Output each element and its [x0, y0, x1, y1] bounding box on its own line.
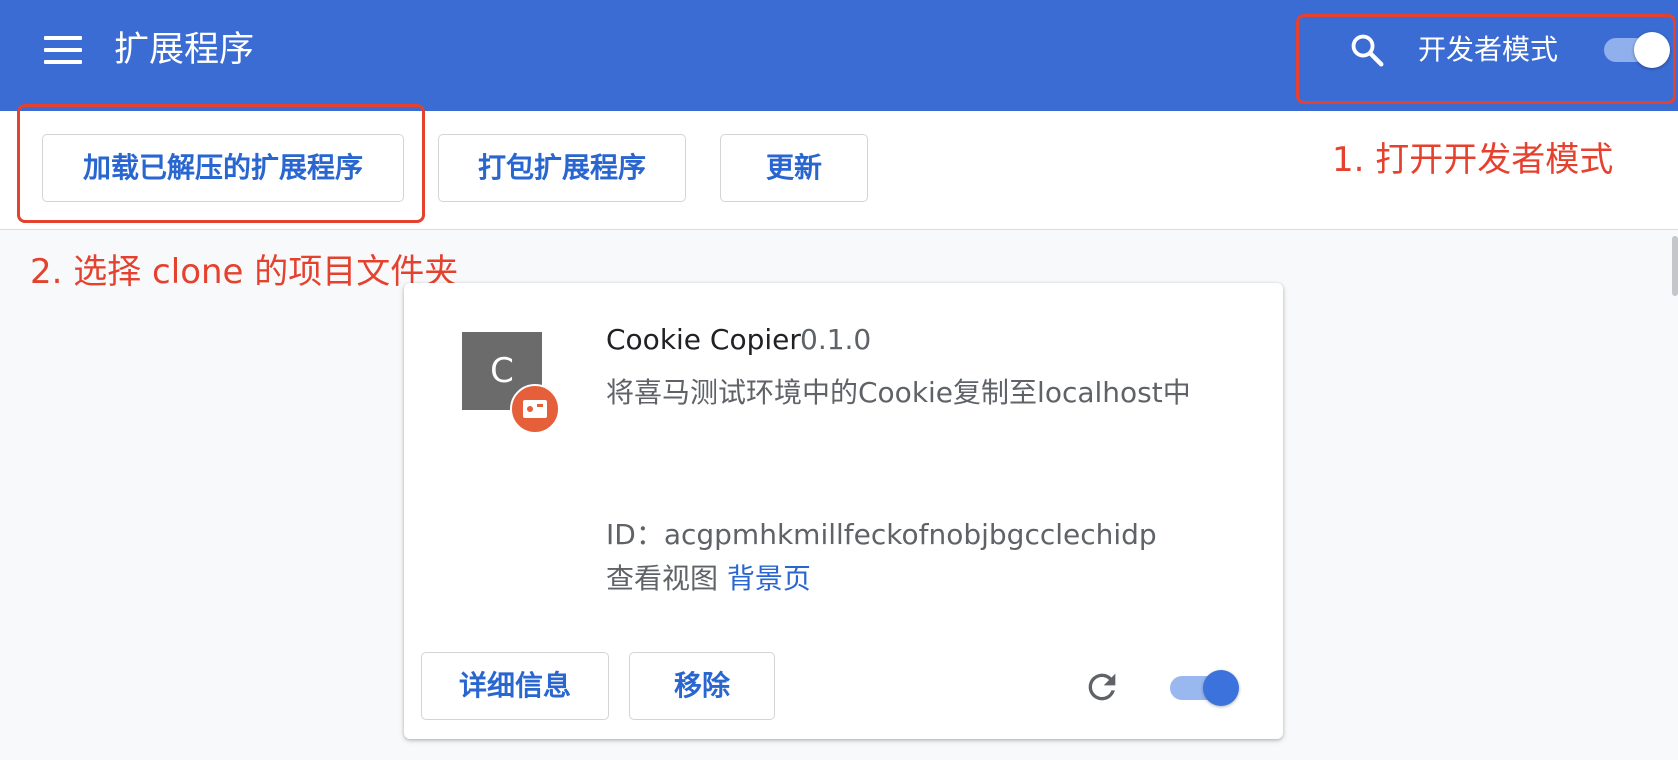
unpacked-badge-icon	[510, 384, 560, 434]
annotation-box-load-unpacked	[17, 104, 425, 223]
reload-icon[interactable]	[1082, 667, 1122, 707]
remove-button[interactable]: 移除	[629, 652, 775, 720]
pack-extension-button[interactable]: 打包扩展程序	[438, 134, 686, 202]
inspect-views-label: 查看视图	[606, 562, 719, 595]
toggle-knob	[1203, 670, 1239, 706]
background-page-link[interactable]: 背景页	[727, 562, 811, 595]
extension-card: C Cookie Copier 0.1.0 将喜马测试环境中的Cookie复制至…	[404, 283, 1283, 739]
extension-id-value: acgpmhkmillfeckofnobjbgcclechidp	[663, 518, 1157, 551]
extension-name: Cookie Copier	[606, 323, 801, 356]
extension-description: 将喜马测试环境中的Cookie复制至localhost中	[606, 376, 1191, 409]
details-button[interactable]: 详细信息	[421, 652, 609, 720]
extension-id-label: ID：	[606, 518, 664, 551]
hamburger-menu-icon[interactable]	[44, 34, 82, 66]
annotation-step-1: 1. 打开开发者模式	[1332, 140, 1614, 180]
scrollbar[interactable]	[1672, 236, 1678, 296]
extension-id-row: ID：acgpmhkmillfeckofnobjbgcclechidp	[606, 516, 1157, 554]
inspect-views-row: 查看视图 背景页	[606, 560, 811, 598]
extension-version: 0.1.0	[800, 323, 872, 356]
annotation-box-dev-mode	[1296, 14, 1676, 104]
page-title: 扩展程序	[114, 30, 255, 70]
annotation-step-2: 2. 选择 clone 的项目文件夹	[30, 252, 459, 292]
update-button[interactable]: 更新	[720, 134, 868, 202]
